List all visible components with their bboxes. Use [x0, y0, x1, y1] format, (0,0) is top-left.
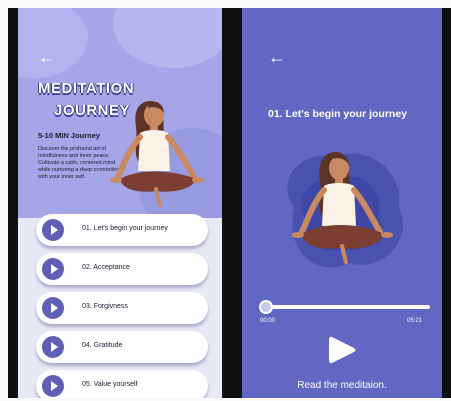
- play-icon[interactable]: [42, 336, 64, 358]
- journey-item-label: 04. Gratitude: [82, 342, 123, 349]
- play-button-icon[interactable]: [326, 334, 358, 366]
- meditating-woman-illustration: [110, 101, 204, 207]
- journey-item-label: 03. Forgivness: [82, 303, 128, 310]
- decor-blob: [113, 8, 222, 68]
- back-arrow-icon[interactable]: ←: [268, 48, 286, 66]
- frame-border-left: [8, 8, 18, 398]
- back-arrow-icon[interactable]: ←: [38, 48, 56, 66]
- journey-item-label: 02. Acceptance: [82, 264, 130, 271]
- play-icon[interactable]: [42, 375, 64, 397]
- play-icon[interactable]: [42, 297, 64, 319]
- progress-handle[interactable]: [259, 300, 273, 314]
- journey-item[interactable]: 01. Let's begin your journey: [36, 214, 208, 246]
- journey-item-label: 05. Value yourself: [82, 381, 138, 388]
- play-icon[interactable]: [42, 258, 64, 280]
- journey-item[interactable]: 02. Acceptance: [36, 253, 208, 285]
- journey-item[interactable]: 04. Gratitude: [36, 331, 208, 363]
- duration-subtitle: 5-10 MIN Journey: [38, 131, 101, 140]
- play-icon[interactable]: [42, 219, 64, 241]
- decor-blob: [18, 8, 88, 78]
- journey-item[interactable]: 05. Value yourself: [36, 370, 208, 398]
- showcase-frame: ← MEDITATION JOURNEY 5-10 MIN Journey Di…: [0, 0, 451, 401]
- frame-divider: [222, 8, 242, 398]
- journey-list-screen: ← MEDITATION JOURNEY 5-10 MIN Journey Di…: [18, 8, 222, 398]
- hero-banner: ← MEDITATION JOURNEY 5-10 MIN Journey Di…: [18, 8, 222, 218]
- time-total: 05:21: [407, 318, 423, 324]
- track-title: 01. Let's begin your journey: [268, 108, 408, 120]
- journey-item-label: 01. Let's begin your journey: [82, 225, 168, 232]
- journey-item[interactable]: 03. Forgivness: [36, 292, 208, 324]
- time-elapsed: 00:00: [260, 318, 276, 324]
- read-meditation-link[interactable]: Read the meditaion.: [242, 380, 442, 391]
- progress-bar[interactable]: [264, 305, 430, 309]
- player-screen: ← 01. Let's begin your journey 00:00 05:…: [242, 8, 442, 398]
- frame-border-right: [442, 8, 451, 398]
- meditation-illustration: [287, 152, 403, 268]
